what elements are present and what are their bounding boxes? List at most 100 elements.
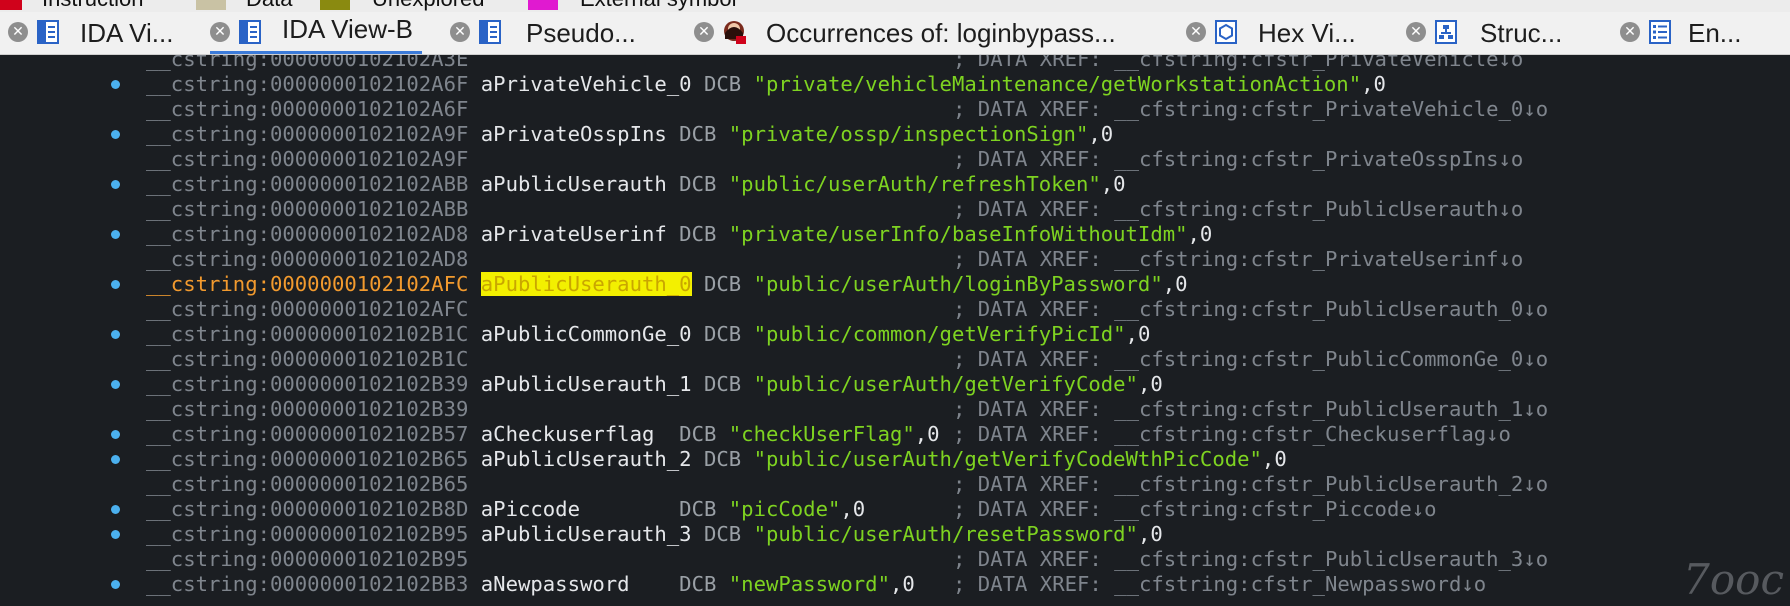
listing-line[interactable]: __cstring:0000000102102A3E ; DATA XREF: _… (0, 55, 1790, 72)
active-tab-indicator (210, 51, 422, 54)
listing-line[interactable]: __cstring:0000000102102B8D aPiccode DCB … (0, 497, 1790, 522)
legend-label-data: Data (246, 0, 292, 12)
listing-line[interactable]: __cstring:0000000102102B1C aPublicCommon… (0, 322, 1790, 347)
breakpoint-bullet-icon[interactable] (111, 130, 120, 139)
close-icon[interactable]: ✕ (694, 22, 714, 42)
symbol-name[interactable]: aPrivateOsspIns (481, 122, 667, 146)
xref-comment[interactable]: ; DATA XREF: __cfstring:cfstr_PublicUser… (953, 397, 1548, 422)
breakpoint-bullet-icon[interactable] (111, 230, 120, 239)
address-label: __cstring:0000000102102AD8 (146, 247, 469, 271)
symbol-name[interactable]: aPrivateVehicle_0 (481, 72, 692, 96)
breakpoint-bullet-icon[interactable] (111, 580, 120, 589)
string-literal: "picCode" (728, 497, 841, 521)
xref-comment[interactable]: ; DATA XREF: __cfstring:cfstr_PublicUser… (953, 472, 1548, 497)
listing-line[interactable]: __cstring:0000000102102AD8 aPrivateUseri… (0, 222, 1790, 247)
listing-line[interactable]: __cstring:0000000102102B57 aCheckuserfla… (0, 422, 1790, 447)
listing-line[interactable]: __cstring:0000000102102A6F aPrivateVehic… (0, 72, 1790, 97)
listing-line[interactable]: __cstring:0000000102102B95 ; DATA XREF: _… (0, 547, 1790, 572)
symbol-name[interactable]: aCheckuserflag (481, 422, 667, 446)
breakpoint-bullet-icon[interactable] (111, 505, 120, 514)
legend-swatch-instruction (0, 0, 22, 10)
directive-keyword: DCB (703, 322, 742, 346)
xref-comment[interactable]: ; DATA XREF: __cfstring:cfstr_Newpasswor… (953, 572, 1486, 597)
listing-line[interactable]: __cstring:0000000102102ABB aPublicUserau… (0, 172, 1790, 197)
close-icon[interactable]: ✕ (1186, 22, 1206, 42)
symbol-name[interactable]: aNewpassword (481, 572, 667, 596)
listing-line[interactable]: __cstring:0000000102102B95 aPublicUserau… (0, 522, 1790, 547)
directive-keyword: DCB (679, 122, 717, 146)
listing-line[interactable]: __cstring:0000000102102A6F ; DATA XREF: _… (0, 97, 1790, 122)
address-label: __cstring:0000000102102B1C (146, 322, 469, 346)
tab-occurrences[interactable]: ✕ Occurrences of: loginbypass... (694, 12, 1164, 54)
xref-comment[interactable]: ; DATA XREF: __cfstring:cfstr_PublicComm… (953, 347, 1548, 372)
address-label: __cstring:0000000102102B39 (146, 372, 469, 396)
listing-line[interactable]: __cstring:0000000102102B65 ; DATA XREF: _… (0, 472, 1790, 497)
breakpoint-bullet-icon[interactable] (111, 530, 120, 539)
listing-line[interactable]: __cstring:0000000102102A9F aPrivateOsspI… (0, 122, 1790, 147)
xref-comment[interactable]: ; DATA XREF: __cfstring:cfstr_PrivateUse… (953, 247, 1523, 272)
close-icon[interactable]: ✕ (1406, 22, 1426, 42)
string-literal: "public/userAuth/getVerifyCodeWthPicCode… (753, 447, 1262, 471)
symbol-name[interactable]: aPublicUserauth_1 (481, 372, 692, 396)
listing-line[interactable]: __cstring:0000000102102BB3 aNewpassword … (0, 572, 1790, 597)
listing-line[interactable]: __cstring:0000000102102B1C ; DATA XREF: _… (0, 347, 1790, 372)
directive-keyword: DCB (703, 72, 742, 96)
address-label: __cstring:0000000102102ABB (146, 172, 469, 196)
symbol-name[interactable]: aPublicCommonGe_0 (481, 322, 692, 346)
xref-comment[interactable]: ; DATA XREF: __cfstring:cfstr_PrivateVeh… (953, 97, 1548, 122)
legend-label-instruction: Instruction (42, 0, 144, 12)
tab-structures[interactable]: ✕ Struc... (1406, 12, 1606, 54)
listing-line[interactable]: __cstring:0000000102102AD8 ; DATA XREF: _… (0, 247, 1790, 272)
listing-line[interactable]: __cstring:0000000102102AFC aPublicUserau… (0, 272, 1790, 297)
symbol-name[interactable]: aPrivateUserinf (481, 222, 667, 246)
legend-label-external-symbol: External symbol (580, 0, 737, 12)
listing-line[interactable]: __cstring:0000000102102B39 ; DATA XREF: _… (0, 397, 1790, 422)
string-terminator: ,0 (1187, 222, 1213, 246)
xref-comment[interactable]: ; DATA XREF: __cfstring:cfstr_PrivateOss… (953, 147, 1523, 172)
tab-ida-view-a[interactable]: ✕ IDA Vi... (8, 12, 208, 54)
close-icon[interactable]: ✕ (210, 22, 230, 42)
close-icon[interactable]: ✕ (450, 22, 470, 42)
symbol-name[interactable]: aPublicUserauth_0 (480, 272, 692, 296)
listing-line[interactable]: __cstring:0000000102102A9F ; DATA XREF: _… (0, 147, 1790, 172)
tab-ida-view-b[interactable]: ✕ IDA View-B (210, 12, 425, 54)
close-icon[interactable]: ✕ (1620, 22, 1640, 42)
breakpoint-bullet-icon[interactable] (111, 80, 120, 89)
address-label: __cstring:0000000102102AFC (146, 297, 469, 321)
symbol-name[interactable]: aPublicUserauth_3 (481, 522, 692, 546)
string-literal: "checkUserFlag" (728, 422, 915, 446)
breakpoint-bullet-icon[interactable] (111, 280, 120, 289)
tab-pseudocode[interactable]: ✕ Pseudo... (450, 12, 680, 54)
address-label: __cstring:0000000102102AFC (146, 272, 469, 296)
xref-comment[interactable]: ; DATA XREF: __cfstring:cfstr_PrivateVeh… (953, 55, 1523, 72)
xref-comment[interactable]: ; DATA XREF: __cfstring:cfstr_Checkuserf… (953, 422, 1511, 447)
listing-line[interactable]: __cstring:0000000102102ABB ; DATA XREF: _… (0, 197, 1790, 222)
string-terminator: ,0 (1261, 447, 1287, 471)
listing-line[interactable]: __cstring:0000000102102B65 aPublicUserau… (0, 447, 1790, 472)
breakpoint-bullet-icon[interactable] (111, 455, 120, 464)
pseudocode-icon (479, 20, 501, 44)
tab-label: IDA View-B (282, 14, 414, 44)
tab-hex-view[interactable]: ✕ Hex Vi... (1186, 12, 1396, 54)
tab-enums[interactable]: ✕ En... (1620, 12, 1790, 54)
symbol-name[interactable]: aPublicUserauth (481, 172, 667, 196)
breakpoint-bullet-icon[interactable] (111, 330, 120, 339)
string-literal: "public/common/getVerifyPicId" (753, 322, 1126, 346)
breakpoint-bullet-icon[interactable] (111, 180, 120, 189)
disassembly-listing[interactable]: __cstring:0000000102102A3E ; DATA XREF: _… (0, 55, 1790, 606)
string-terminator: ,0 (1137, 522, 1163, 546)
symbol-name[interactable]: aPiccode (481, 497, 667, 521)
xref-comment[interactable]: ; DATA XREF: __cfstring:cfstr_Piccode↓o (953, 497, 1437, 522)
listing-line[interactable]: __cstring:0000000102102B39 aPublicUserau… (0, 372, 1790, 397)
breakpoint-bullet-icon[interactable] (111, 380, 120, 389)
xref-comment[interactable]: ; DATA XREF: __cfstring:cfstr_PublicUser… (953, 547, 1548, 572)
close-icon[interactable]: ✕ (8, 22, 28, 42)
symbol-name[interactable]: aPublicUserauth_2 (481, 447, 692, 471)
breakpoint-bullet-icon[interactable] (111, 430, 120, 439)
xref-comment[interactable]: ; DATA XREF: __cfstring:cfstr_PublicUser… (953, 197, 1523, 222)
legend-swatch-unexplored (320, 0, 350, 10)
xref-comment[interactable]: ; DATA XREF: __cfstring:cfstr_PublicUser… (953, 297, 1548, 322)
listing-line[interactable]: __cstring:0000000102102AFC ; DATA XREF: _… (0, 297, 1790, 322)
string-literal: "newPassword" (728, 572, 890, 596)
string-terminator: ,0 (1137, 372, 1163, 396)
